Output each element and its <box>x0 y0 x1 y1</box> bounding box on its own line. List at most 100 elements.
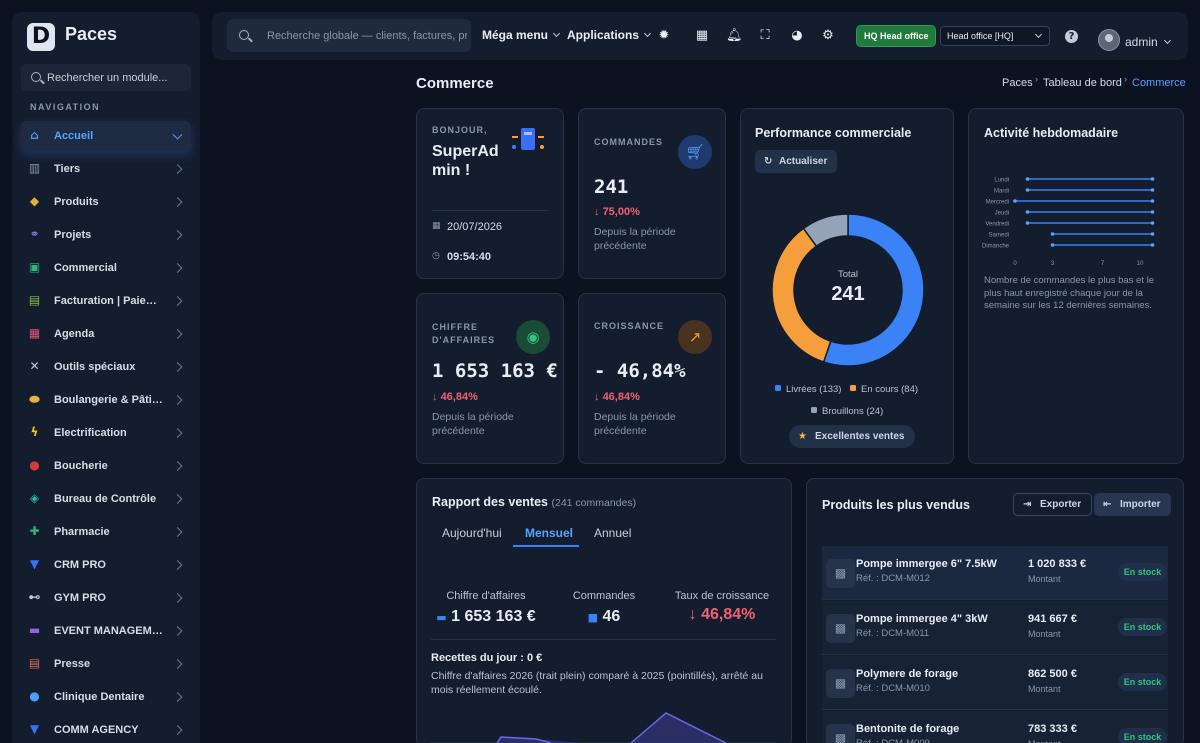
sidebar-item[interactable]: ✚ Pharmacie <box>21 517 191 547</box>
dumbbell-icon: ⊷ <box>28 590 41 604</box>
sidebar-item[interactable]: ▤ Facturation | Paiement <box>21 286 191 316</box>
sidebar-item-label: Pharmacie <box>54 526 110 538</box>
module-search-input[interactable] <box>47 64 187 91</box>
search-icon <box>239 30 249 40</box>
hq-badge[interactable]: HQ Head office <box>856 25 936 47</box>
sidebar-item[interactable]: ▼ COMM AGENCY <box>21 715 191 743</box>
sidebar-item[interactable]: ▬ EVENT MANAGEMENT <box>21 616 191 646</box>
product-amount: 941 667 € <box>1028 613 1077 625</box>
bell-icon[interactable]: 🔔︎ <box>726 29 743 43</box>
chevron-down-icon <box>552 29 561 38</box>
gear-icon[interactable]: ⚙ <box>821 29 835 43</box>
breadcrumb-dashboard[interactable]: Tableau de bord <box>1043 77 1122 89</box>
weekly-title: Activité hebdomadaire <box>984 126 1119 140</box>
chevron-icon <box>172 626 183 636</box>
sidebar-item[interactable]: ▦ Agenda <box>21 319 191 349</box>
app-logo[interactable]: D <box>27 23 55 51</box>
cart-icon: 🛒︎ <box>678 135 712 169</box>
user-greeting-name: SuperAd min ! <box>432 142 499 180</box>
sidebar-item[interactable]: ▼ CRM PRO <box>21 550 191 580</box>
day-tick-label: Samedi <box>989 233 1009 239</box>
legend-label: Livrées (133) <box>786 384 842 395</box>
revenue-change: ↓ 46,84% <box>432 391 478 403</box>
product-amount: 783 333 € <box>1028 723 1077 735</box>
applications-button[interactable]: Applications <box>567 28 652 42</box>
kpi-growth-label: Taux de croissance <box>674 590 770 602</box>
shield-icon: ◈ <box>29 491 40 505</box>
chevron-icon <box>172 296 183 306</box>
global-search-input[interactable] <box>267 19 467 52</box>
star-icon: ★ <box>798 431 807 442</box>
weekly-activity-card: Activité hebdomadaire Lundi Mardi Mercredi… <box>968 108 1184 464</box>
sidebar-item[interactable]: ◈ Bureau de Contrôle <box>21 484 191 514</box>
global-search <box>227 19 471 52</box>
kpi-growth: ↓ 46,84% <box>688 606 756 623</box>
chevron-icon <box>172 593 183 603</box>
sidebar-item-label: Produits <box>54 196 99 208</box>
sun-icon[interactable]: ✹ <box>657 29 671 43</box>
sidebar-item-label: Boucherie <box>54 460 108 472</box>
performance-card: Performance commerciale ↻ Actualiser Tota… <box>740 108 954 464</box>
sidebar-item[interactable]: ⚭ Projets <box>21 220 191 250</box>
chevron-icon <box>172 164 183 174</box>
tab-monthly[interactable]: Mensuel <box>525 526 573 540</box>
page-title: Commerce <box>416 75 494 92</box>
sidebar-item[interactable]: ◆ Produits <box>21 187 191 217</box>
performance-title: Performance commerciale <box>755 126 912 140</box>
current-time: 09:54:40 <box>447 251 492 263</box>
sidebar-item[interactable]: ▤ Presse <box>21 649 191 679</box>
growth-change-value: 46,84% <box>602 391 640 403</box>
chevron-icon <box>172 560 183 570</box>
sidebar-item[interactable]: ⌂ Accueil <box>21 121 191 151</box>
palette-icon[interactable]: ◕ <box>790 29 804 43</box>
range-point <box>1025 210 1030 214</box>
sidebar-item[interactable]: ● Clinique Dentaire <box>21 682 191 712</box>
grid-icon[interactable]: ▦ <box>695 29 709 43</box>
weekly-description: Nombre de commandes le plus bas et le pl… <box>984 275 1155 311</box>
chevron-icon <box>172 129 183 140</box>
import-button[interactable]: ⇤ Importer <box>1094 493 1171 516</box>
amount-label: Montant <box>1028 739 1061 743</box>
product-ref: Réf. : DCM-M012 <box>856 573 930 584</box>
trend-icon: ↗ <box>678 320 712 354</box>
tab-annual[interactable]: Annuel <box>594 526 631 540</box>
legend-in-progress: En cours (84) <box>850 384 918 395</box>
chevron-icon <box>172 494 183 504</box>
sidebar-item[interactable]: ● Boucherie <box>21 451 191 481</box>
mega-menu-button[interactable]: Méga menu <box>482 28 561 42</box>
chevron-down-icon <box>1163 36 1171 45</box>
tab-today[interactable]: Aujourd'hui <box>442 526 502 540</box>
kpi-revenue-value: 1 653 163 € <box>451 608 536 625</box>
sidebar-item[interactable]: ▣ Commercial <box>21 253 191 283</box>
refresh-button[interactable]: ↻ Actualiser <box>755 150 838 173</box>
table-row[interactable]: ▩ Pompe immergee 6" 7.5kW Réf. : DCM-M012 1… <box>822 546 1168 600</box>
office-select[interactable]: Head office [HQ] <box>940 26 1050 46</box>
table-row[interactable]: ▩ Pompe immergee 4" 3kW Réf. : DCM-M011 941… <box>822 601 1168 655</box>
sidebar-item[interactable]: ⊷ GYM PRO <box>21 583 191 613</box>
package-icon: ▩ <box>826 724 855 743</box>
help-icon[interactable]: ? <box>1065 30 1078 43</box>
table-row[interactable]: ▩ Polymere de forage Réf. : DCM-M010 862 50… <box>822 656 1168 710</box>
chevron-icon <box>172 659 183 669</box>
sidebar-item[interactable]: ▥ Tiers <box>21 154 191 184</box>
growth-since: Depuis la période précédente <box>594 411 676 437</box>
fullscreen-icon[interactable]: ⛶ <box>758 29 772 43</box>
sidebar-item[interactable]: ⬬ Boulangerie & Pâtisserie <box>21 385 191 415</box>
sidebar-item-label: Clinique Dentaire <box>54 691 145 703</box>
sidebar-item-label: Outils spéciaux <box>54 361 136 373</box>
avatar[interactable] <box>1098 29 1120 51</box>
amount-label: Montant <box>1028 629 1061 639</box>
refresh-icon: ↻ <box>764 156 773 167</box>
kpi-orders-value: 46 <box>602 608 621 625</box>
weekly-range-chart: Lundi Mardi Mercredi Jeudi Vendredi Samedi Dim… <box>982 177 1155 267</box>
user-menu[interactable]: admin <box>1125 35 1171 49</box>
x-tick-label: 7 <box>1101 261 1105 267</box>
breadcrumb-home[interactable]: Paces <box>1002 77 1033 89</box>
sidebar-item-label: Commercial <box>54 262 117 274</box>
divider <box>431 639 776 640</box>
table-row[interactable]: ▩Bentonite de forage Réf. : DCM-M009 783 3… <box>822 711 1168 743</box>
sidebar-item[interactable]: ✕ Outils spéciaux <box>21 352 191 382</box>
export-button[interactable]: ⇥ Exporter <box>1013 493 1093 516</box>
legend-label: Brouillons (24) <box>822 406 884 417</box>
sidebar-item[interactable]: ϟ Electrification <box>21 418 191 448</box>
